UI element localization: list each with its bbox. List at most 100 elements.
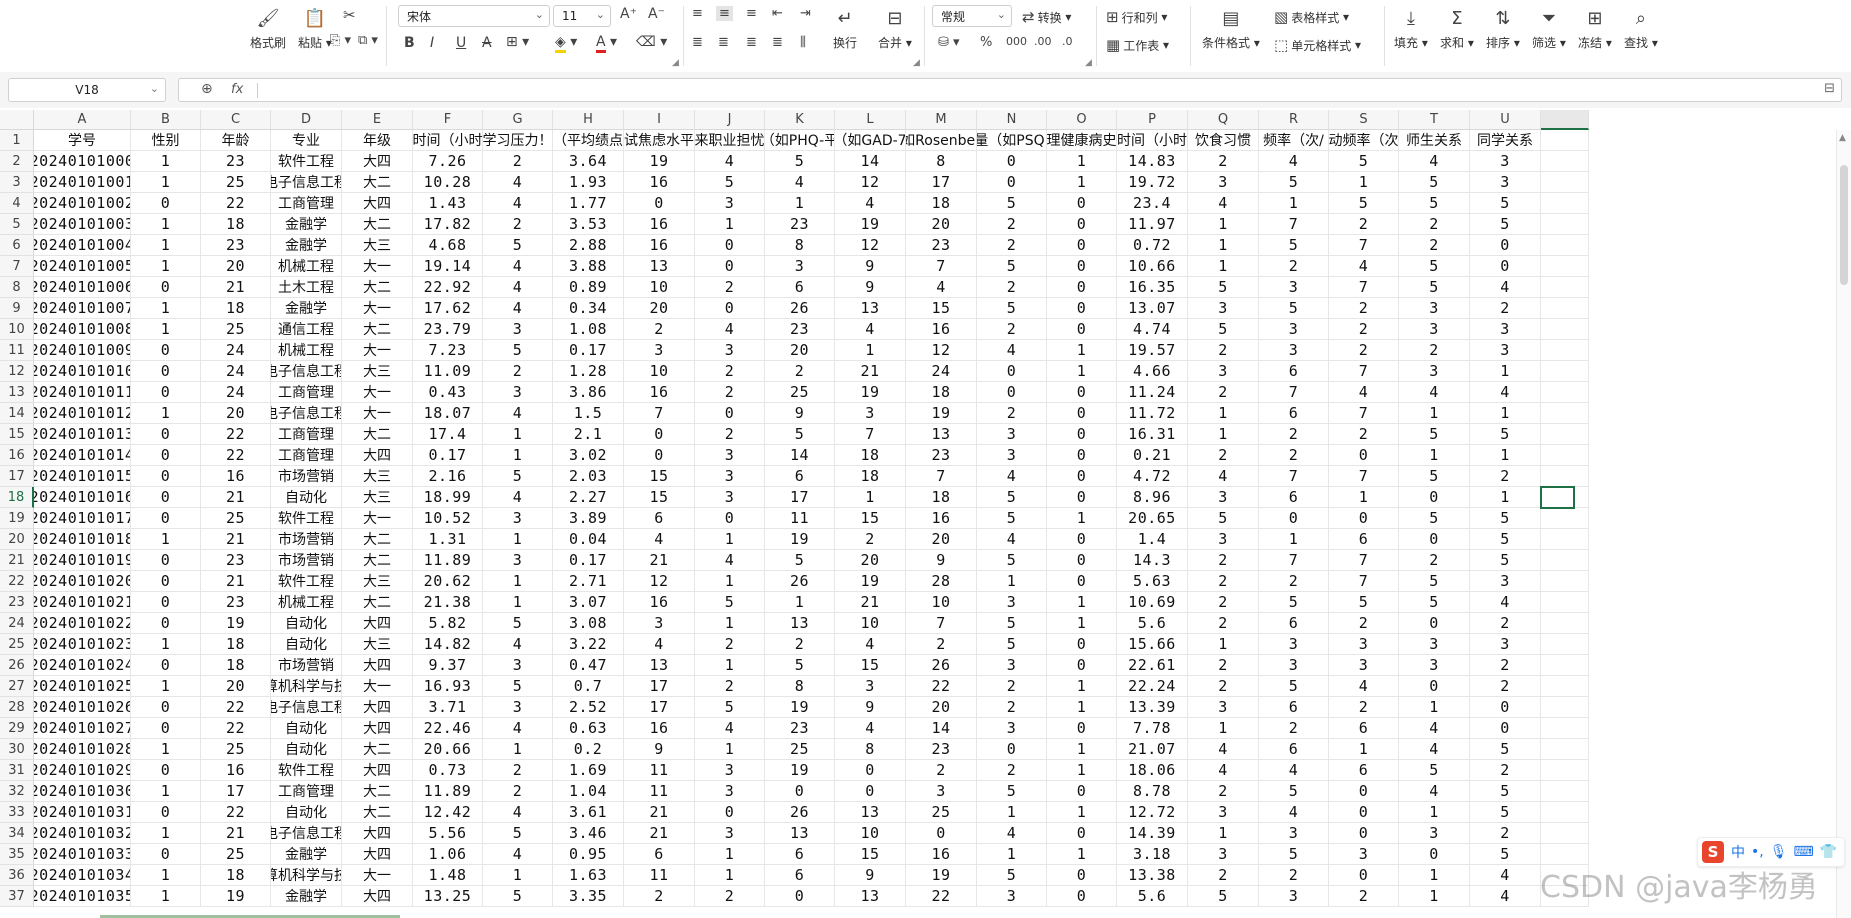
- table-cell[interactable]: 12: [624, 571, 695, 592]
- table-cell[interactable]: 1: [1047, 151, 1117, 172]
- table-cell[interactable]: 1: [695, 739, 765, 760]
- table-cell[interactable]: 0: [1399, 844, 1470, 865]
- table-cell[interactable]: 5: [1399, 424, 1470, 445]
- table-cell[interactable]: 20: [906, 697, 977, 718]
- table-cell[interactable]: 0.43: [413, 382, 483, 403]
- table-cell[interactable]: 3: [1188, 172, 1259, 193]
- indent-decrease-icon[interactable]: ⇤: [772, 6, 783, 21]
- table-cell[interactable]: 市场营销: [271, 529, 342, 550]
- table-cell[interactable]: 19: [906, 865, 977, 886]
- empty-cell[interactable]: [1541, 508, 1589, 529]
- table-cell[interactable]: 21.38: [413, 592, 483, 613]
- table-cell[interactable]: 5: [1399, 508, 1470, 529]
- empty-cell[interactable]: [1541, 655, 1589, 676]
- row-header[interactable]: 11: [0, 340, 34, 361]
- column-header-o[interactable]: O: [1047, 110, 1117, 130]
- table-cell[interactable]: 自动化: [271, 802, 342, 823]
- table-cell[interactable]: 19: [765, 697, 835, 718]
- header-cell[interactable]: 时间（小时: [413, 130, 483, 151]
- table-cell[interactable]: 0: [131, 487, 201, 508]
- table-cell[interactable]: 4: [695, 151, 765, 172]
- table-cell[interactable]: 0: [131, 424, 201, 445]
- table-cell[interactable]: 20240101006: [34, 277, 131, 298]
- table-cell[interactable]: 0: [131, 718, 201, 739]
- table-cell[interactable]: 0: [1047, 382, 1117, 403]
- table-cell[interactable]: 20: [906, 214, 977, 235]
- table-cell[interactable]: 4: [835, 319, 906, 340]
- table-cell[interactable]: 0.72: [1117, 235, 1188, 256]
- table-cell[interactable]: 11.09: [413, 361, 483, 382]
- column-header-a[interactable]: A: [34, 110, 131, 130]
- empty-cell[interactable]: [1541, 340, 1589, 361]
- table-cell[interactable]: 0: [1047, 214, 1117, 235]
- table-cell[interactable]: 14: [765, 445, 835, 466]
- table-cell[interactable]: 16: [624, 592, 695, 613]
- table-cell[interactable]: 1: [1047, 592, 1117, 613]
- cell-style-button[interactable]: ⬚ 单元格样式 ▾: [1274, 36, 1361, 54]
- table-cell[interactable]: 5: [977, 634, 1047, 655]
- table-cell[interactable]: 0.89: [553, 277, 624, 298]
- table-cell[interactable]: 20240101012: [34, 403, 131, 424]
- table-cell[interactable]: 3: [1259, 340, 1329, 361]
- table-cell[interactable]: 17: [624, 697, 695, 718]
- table-cell[interactable]: 10: [835, 613, 906, 634]
- table-cell[interactable]: 4: [1188, 760, 1259, 781]
- table-cell[interactable]: 9: [906, 550, 977, 571]
- table-cell[interactable]: 7: [835, 424, 906, 445]
- table-cell[interactable]: 1: [131, 886, 201, 907]
- table-cell[interactable]: 5: [977, 865, 1047, 886]
- table-cell[interactable]: 1: [695, 844, 765, 865]
- table-cell[interactable]: 2: [1470, 823, 1541, 844]
- table-cell[interactable]: 26: [765, 571, 835, 592]
- table-cell[interactable]: 1: [131, 214, 201, 235]
- table-cell[interactable]: 5: [1470, 550, 1541, 571]
- table-cell[interactable]: 0: [1047, 403, 1117, 424]
- row-header[interactable]: 29: [0, 718, 34, 739]
- fill-button[interactable]: ⤓ 填充 ▾: [1394, 6, 1428, 51]
- table-cell[interactable]: 4: [977, 340, 1047, 361]
- table-cell[interactable]: 1: [1188, 235, 1259, 256]
- table-cell[interactable]: 13: [906, 424, 977, 445]
- table-cell[interactable]: 9: [835, 256, 906, 277]
- table-cell[interactable]: 大四: [342, 844, 413, 865]
- table-cell[interactable]: 大二: [342, 550, 413, 571]
- table-cell[interactable]: 2.88: [553, 235, 624, 256]
- table-cell[interactable]: 3: [977, 718, 1047, 739]
- table-cell[interactable]: 25: [201, 508, 271, 529]
- table-cell[interactable]: 1: [131, 319, 201, 340]
- table-cell[interactable]: 1.06: [413, 844, 483, 865]
- table-cell[interactable]: 2: [1399, 235, 1470, 256]
- table-cell[interactable]: 21: [835, 361, 906, 382]
- table-cell[interactable]: 3: [483, 550, 553, 571]
- table-cell[interactable]: 19.72: [1117, 172, 1188, 193]
- table-cell[interactable]: 6: [1259, 403, 1329, 424]
- table-cell[interactable]: 20240101022: [34, 613, 131, 634]
- table-cell[interactable]: 24: [201, 382, 271, 403]
- table-cell[interactable]: 1: [131, 151, 201, 172]
- empty-cell[interactable]: [1541, 277, 1589, 298]
- empty-cell[interactable]: [1541, 697, 1589, 718]
- header-cell[interactable]: （如GAD-7: [835, 130, 906, 151]
- header-cell[interactable]: 来职业担忧: [695, 130, 765, 151]
- row-header[interactable]: 20: [0, 529, 34, 550]
- row-header[interactable]: 19: [0, 508, 34, 529]
- row-header[interactable]: 30: [0, 739, 34, 760]
- table-cell[interactable]: 11: [624, 865, 695, 886]
- table-cell[interactable]: 0.17: [413, 445, 483, 466]
- fill-color-icon[interactable]: ◈ ▾: [555, 34, 577, 53]
- table-cell[interactable]: 0: [131, 844, 201, 865]
- table-cell[interactable]: 4: [835, 634, 906, 655]
- table-cell[interactable]: 5: [1470, 508, 1541, 529]
- currency-icon[interactable]: ⛁ ▾: [938, 35, 960, 50]
- table-cell[interactable]: 10.28: [413, 172, 483, 193]
- table-cell[interactable]: 3: [1399, 298, 1470, 319]
- table-cell[interactable]: 2: [1259, 718, 1329, 739]
- row-header[interactable]: 5: [0, 214, 34, 235]
- table-cell[interactable]: 5: [1470, 844, 1541, 865]
- table-cell[interactable]: 4: [1470, 886, 1541, 907]
- table-cell[interactable]: 19.14: [413, 256, 483, 277]
- table-cell[interactable]: 1: [1329, 739, 1399, 760]
- table-cell[interactable]: 自动化: [271, 718, 342, 739]
- table-cell[interactable]: 1: [1188, 718, 1259, 739]
- table-cell[interactable]: 5: [1259, 298, 1329, 319]
